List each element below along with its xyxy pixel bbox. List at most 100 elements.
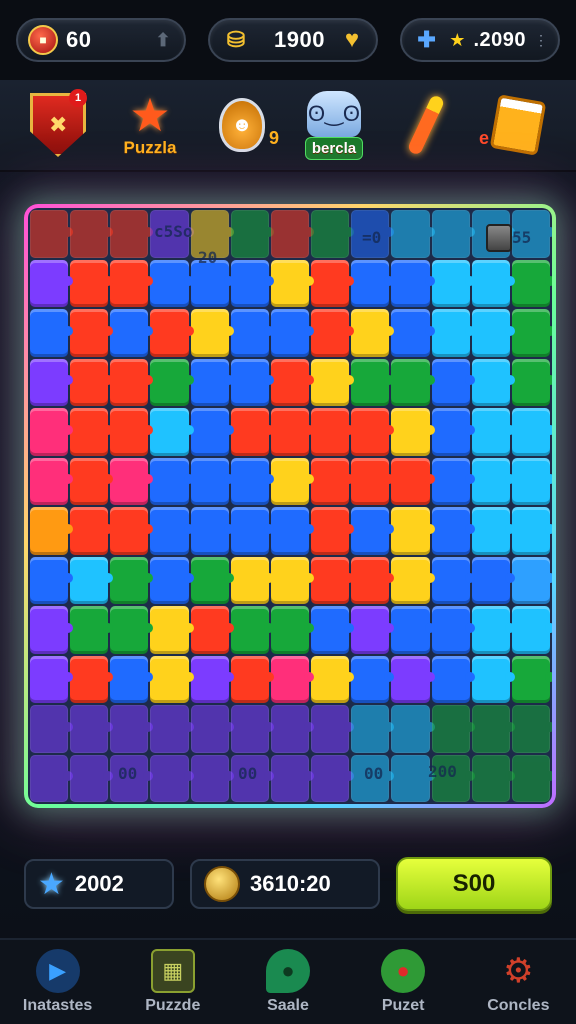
puzzle-piece[interactable]: [270, 457, 315, 505]
puzzle-piece[interactable]: [351, 457, 395, 505]
puzzle-piece[interactable]: [431, 655, 475, 703]
puzzle-piece[interactable]: [70, 754, 114, 802]
puzzle-piece[interactable]: [391, 259, 435, 307]
puzzle-piece[interactable]: [391, 754, 435, 802]
arrow-up-icon[interactable]: ⬆: [152, 29, 174, 51]
tool-mascot[interactable]: ʘ‿ʘ bercla: [289, 83, 379, 167]
puzzle-piece[interactable]: [30, 358, 74, 406]
puzzle-piece[interactable]: [110, 309, 154, 357]
puzzle-piece[interactable]: [190, 606, 234, 654]
puzzle-piece[interactable]: [311, 358, 355, 406]
puzzle-piece[interactable]: [471, 556, 516, 604]
puzzle-piece[interactable]: [471, 358, 516, 406]
puzzle-piece[interactable]: [30, 606, 74, 654]
puzzle-piece[interactable]: [150, 259, 194, 307]
puzzle-piece[interactable]: [391, 507, 435, 555]
dropdown-icon[interactable]: ⋮: [534, 32, 548, 49]
puzzle-piece[interactable]: [431, 507, 475, 555]
puzzle-piece[interactable]: [471, 408, 516, 456]
puzzle-piece[interactable]: [431, 309, 475, 357]
lives-counter[interactable]: ■ 60 ⬆: [16, 18, 186, 62]
go-button[interactable]: S00: [396, 857, 552, 911]
puzzle-piece[interactable]: [431, 556, 475, 604]
puzzle-piece[interactable]: [270, 507, 315, 555]
puzzle-piece[interactable]: [311, 210, 355, 258]
puzzle-piece[interactable]: [230, 259, 275, 307]
puzzle-piece[interactable]: [270, 754, 315, 802]
tool-puzzle[interactable]: ★ Puzzla: [105, 83, 195, 167]
puzzle-piece[interactable]: [30, 556, 74, 604]
puzzle-board[interactable]: c5So 20 =0 55 00 00 00 200: [28, 208, 552, 804]
puzzle-piece[interactable]: [30, 655, 74, 703]
puzzle-piece[interactable]: [351, 259, 395, 307]
puzzle-piece[interactable]: [471, 259, 516, 307]
nav-item-4[interactable]: ⚙ Concles: [468, 949, 568, 1015]
puzzle-piece[interactable]: [311, 705, 355, 753]
tool-wand[interactable]: [381, 83, 471, 167]
puzzle-piece[interactable]: [110, 210, 154, 258]
puzzle-piece[interactable]: [70, 556, 114, 604]
puzzle-piece[interactable]: [30, 259, 74, 307]
nav-item-3[interactable]: ● Puzet: [353, 949, 453, 1015]
puzzle-piece[interactable]: [351, 556, 395, 604]
puzzle-piece[interactable]: [511, 606, 552, 654]
puzzle-piece[interactable]: [431, 358, 475, 406]
puzzle-piece[interactable]: [270, 309, 315, 357]
puzzle-piece[interactable]: [230, 457, 275, 505]
puzzle-piece[interactable]: [311, 408, 355, 456]
puzzle-piece[interactable]: [471, 655, 516, 703]
puzzle-piece[interactable]: [110, 606, 154, 654]
puzzle-piece[interactable]: [351, 309, 395, 357]
puzzle-piece[interactable]: [70, 358, 114, 406]
puzzle-piece[interactable]: [230, 705, 275, 753]
puzzle-piece[interactable]: [150, 309, 194, 357]
puzzle-piece[interactable]: [511, 507, 552, 555]
puzzle-piece[interactable]: [110, 457, 154, 505]
puzzle-piece[interactable]: [70, 705, 114, 753]
puzzle-piece[interactable]: [110, 655, 154, 703]
puzzle-piece[interactable]: [230, 210, 275, 258]
puzzle-piece[interactable]: [230, 408, 275, 456]
puzzle-piece[interactable]: [351, 655, 395, 703]
puzzle-piece[interactable]: [70, 210, 114, 258]
puzzle-piece[interactable]: [511, 705, 552, 753]
puzzle-piece[interactable]: [311, 655, 355, 703]
puzzle-piece[interactable]: [110, 556, 154, 604]
tool-drink[interactable]: e: [473, 83, 563, 167]
puzzle-piece[interactable]: [110, 705, 154, 753]
puzzle-piece[interactable]: [511, 259, 552, 307]
puzzle-piece[interactable]: [270, 358, 315, 406]
tool-shield[interactable]: ✖ 1: [13, 83, 103, 167]
puzzle-piece[interactable]: [391, 705, 435, 753]
puzzle-piece[interactable]: [471, 705, 516, 753]
puzzle-piece[interactable]: [351, 606, 395, 654]
puzzle-piece[interactable]: [270, 606, 315, 654]
puzzle-piece[interactable]: [230, 358, 275, 406]
puzzle-piece[interactable]: [511, 309, 552, 357]
puzzle-piece[interactable]: [110, 259, 154, 307]
puzzle-piece[interactable]: [270, 210, 315, 258]
puzzle-piece[interactable]: [431, 457, 475, 505]
puzzle-piece[interactable]: [431, 408, 475, 456]
puzzle-piece[interactable]: [230, 556, 275, 604]
puzzle-piece[interactable]: [190, 309, 234, 357]
puzzle-piece[interactable]: [30, 309, 74, 357]
puzzle-piece[interactable]: [150, 507, 194, 555]
puzzle-piece[interactable]: [70, 507, 114, 555]
puzzle-piece[interactable]: [391, 556, 435, 604]
puzzle-piece[interactable]: [150, 457, 194, 505]
puzzle-piece[interactable]: [230, 309, 275, 357]
puzzle-piece[interactable]: [311, 309, 355, 357]
trash-bin-icon[interactable]: [486, 224, 512, 252]
puzzle-piece[interactable]: [511, 457, 552, 505]
puzzle-piece[interactable]: [70, 408, 114, 456]
puzzle-piece[interactable]: [150, 705, 194, 753]
puzzle-piece[interactable]: [471, 457, 516, 505]
puzzle-piece[interactable]: [270, 408, 315, 456]
puzzle-piece[interactable]: [511, 358, 552, 406]
puzzle-piece[interactable]: [311, 259, 355, 307]
puzzle-piece[interactable]: [70, 309, 114, 357]
puzzle-piece[interactable]: [431, 259, 475, 307]
puzzle-piece[interactable]: [190, 754, 234, 802]
puzzle-piece[interactable]: [110, 408, 154, 456]
